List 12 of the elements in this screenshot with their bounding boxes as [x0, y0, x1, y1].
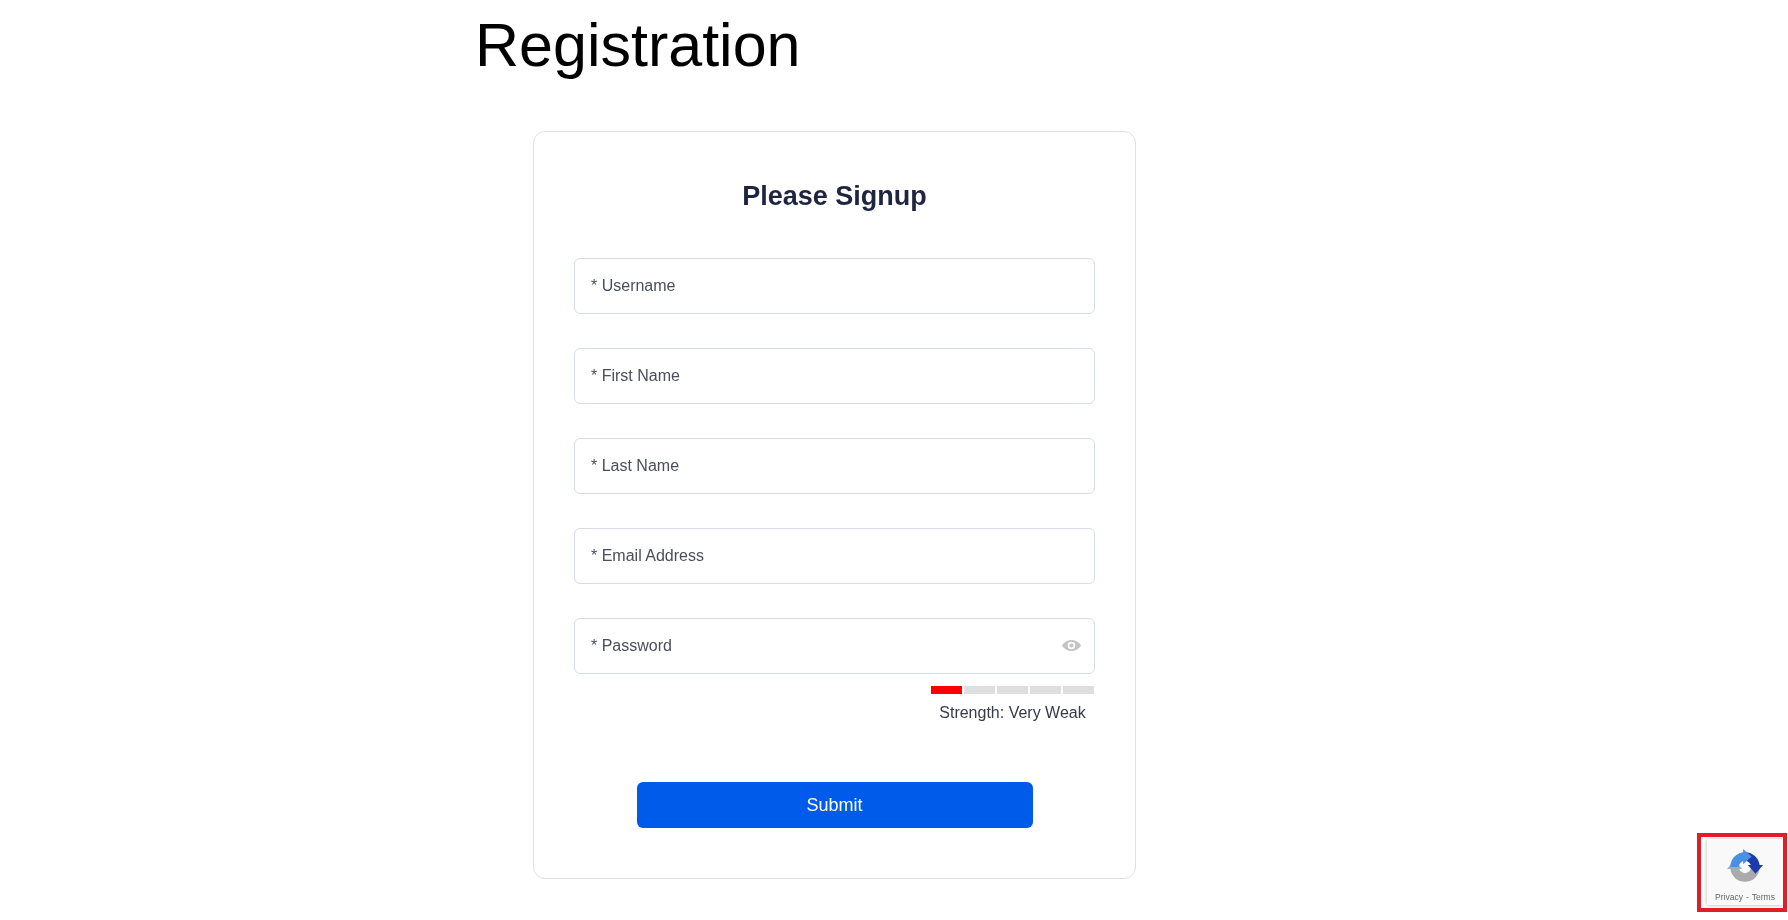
- input-field[interactable]: * Username: [574, 258, 1095, 314]
- input-field[interactable]: * First Name: [574, 348, 1095, 404]
- input-field[interactable]: * Email Address: [574, 528, 1095, 584]
- input-field[interactable]: * Last Name: [574, 438, 1095, 494]
- eye-icon[interactable]: [1062, 640, 1081, 651]
- badge-link[interactable]: Privacy: [1715, 892, 1743, 902]
- password-field[interactable]: * Password: [574, 618, 1095, 674]
- form-heading: Please Signup: [742, 183, 927, 209]
- link-separator: -: [1745, 892, 1749, 902]
- submit-button[interactable]: Submit: [636, 782, 1033, 828]
- badge-link[interactable]: Terms: [1751, 892, 1775, 902]
- strength-label: Strength: Very Weak: [938, 704, 1087, 722]
